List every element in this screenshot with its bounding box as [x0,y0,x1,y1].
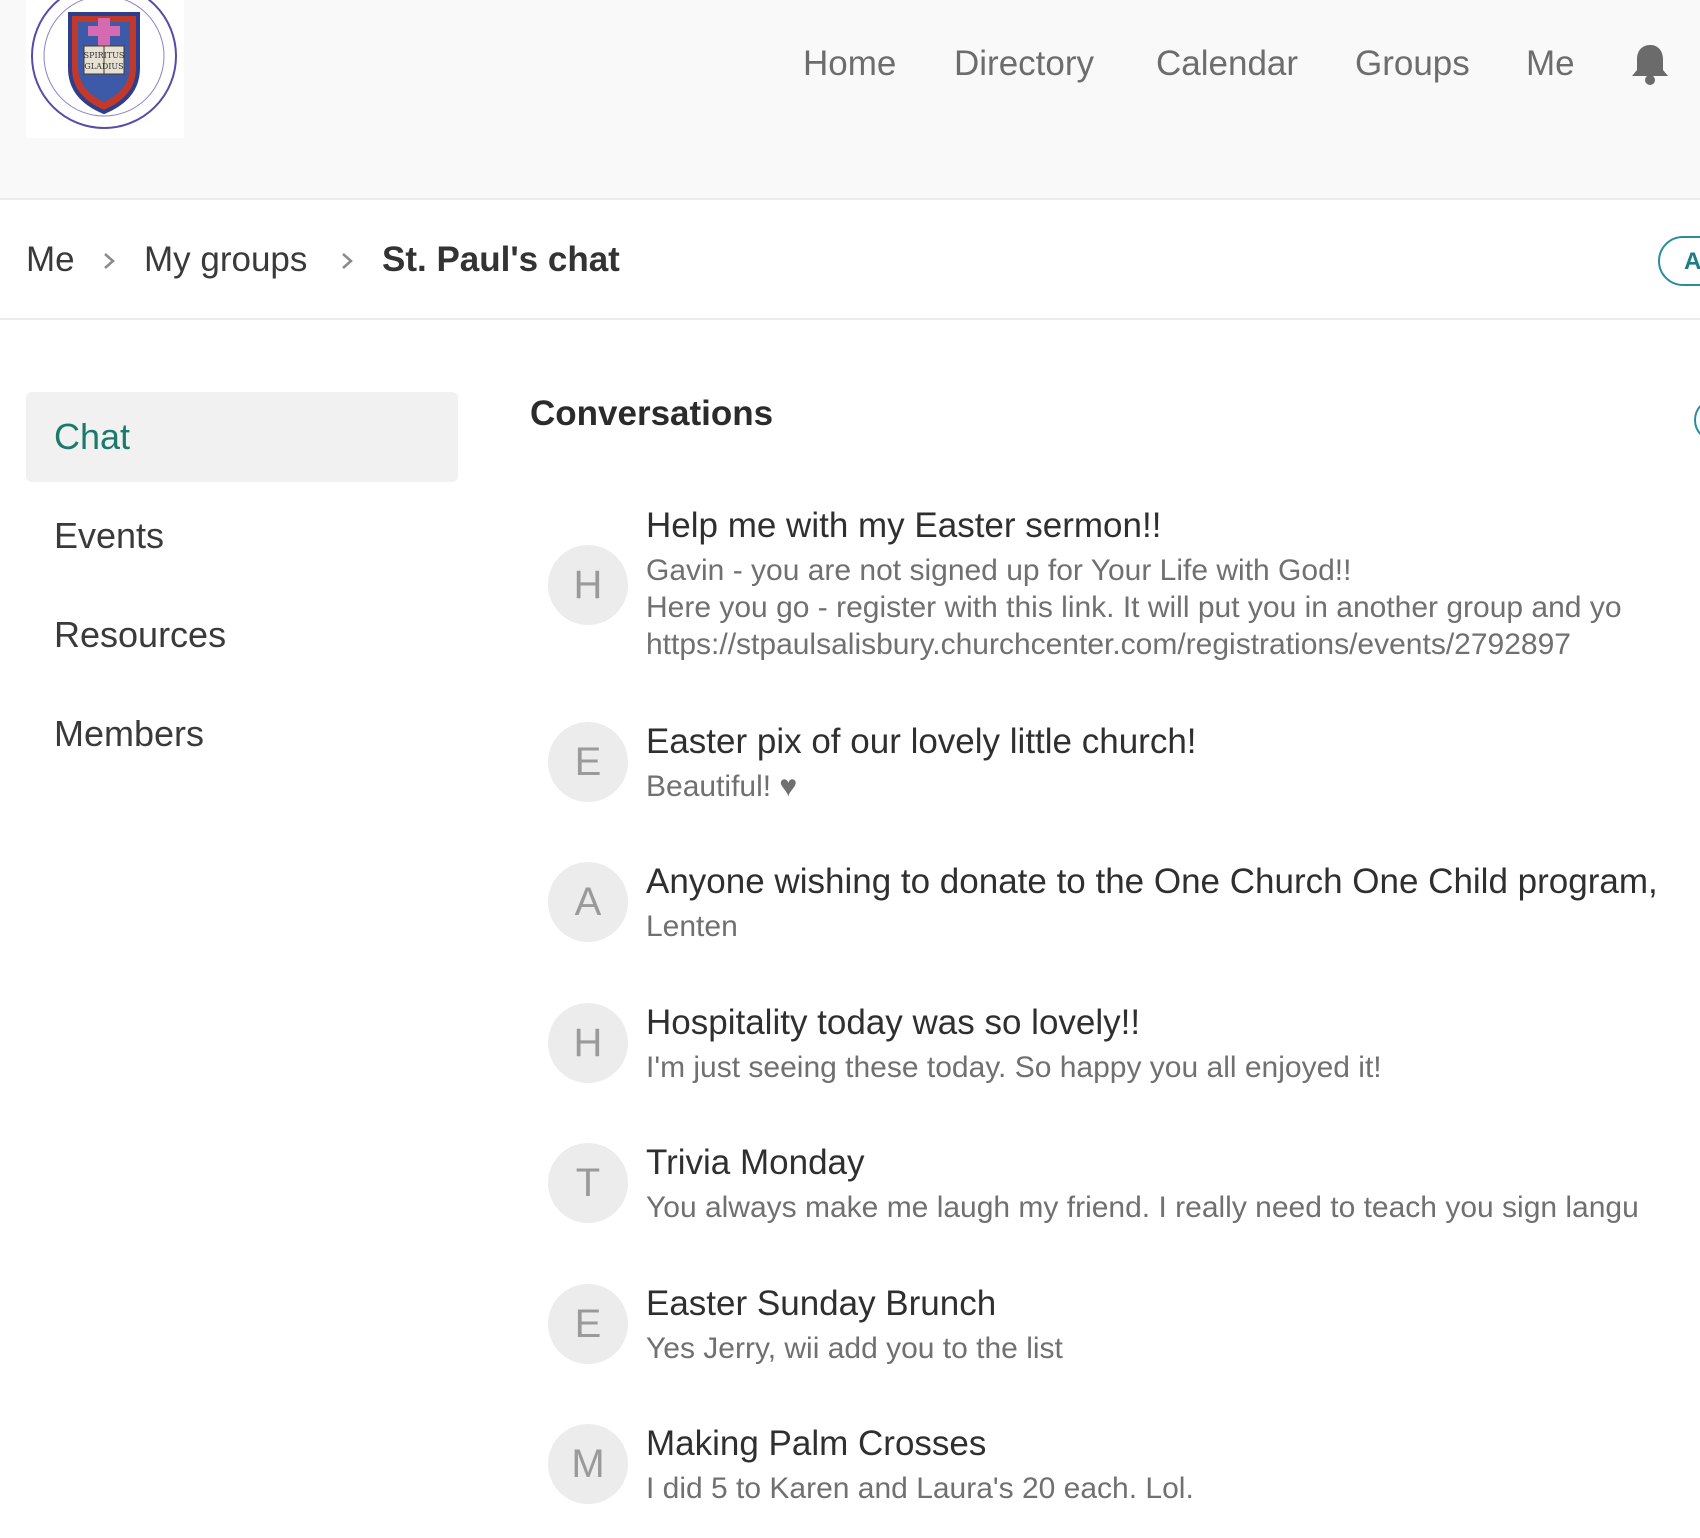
breadcrumb-me[interactable]: Me [26,240,75,280]
conversation-title: Trivia Monday [646,1143,865,1182]
chevron-right-icon [342,253,353,269]
avatar: A [548,862,628,942]
sidebar-item-members[interactable]: Members [26,689,458,779]
conversation-preview: You always make me laugh my friend. I re… [646,1191,1639,1224]
sidebar-item-label: Members [54,713,205,754]
avatar: M [548,1424,628,1504]
svg-text:SPIRITUS: SPIRITUS [84,51,125,60]
sidebar-item-chat[interactable]: Chat [26,392,458,482]
sidebar-item-label: Resources [54,614,227,655]
breadcrumb-my-groups[interactable]: My groups [144,240,307,280]
avatar: T [548,1143,628,1223]
avatar: H [548,1003,628,1083]
conversations-heading: Conversations [530,394,774,433]
nav-calendar[interactable]: Calendar [1156,44,1298,84]
bell-icon[interactable] [1628,42,1672,86]
avatar: E [548,722,628,802]
top-navbar: SPIRITUS GLADIUS Home Directory Calendar… [0,0,1700,200]
conversation-title: Easter pix of our lovely little church! [646,722,1197,761]
church-seal-icon: SPIRITUS GLADIUS [31,0,177,129]
conversation-title: Help me with my Easter sermon!! [646,506,1162,545]
nav-groups[interactable]: Groups [1355,44,1470,84]
new-conversation-button[interactable] [1694,398,1700,442]
conversation-title: Anyone wishing to donate to the One Chur… [646,862,1658,901]
avatar: H [548,545,628,625]
svg-text:GLADIUS: GLADIUS [84,62,123,71]
sidebar-item-label: Events [54,515,165,556]
conversation-preview: I did 5 to Karen and Laura's 20 each. Lo… [646,1472,1194,1505]
church-logo[interactable]: SPIRITUS GLADIUS [26,0,184,138]
group-action-button[interactable]: A [1658,236,1700,286]
conversation-preview: Beautiful! ♥ [646,770,798,803]
nav-me[interactable]: Me [1526,44,1575,84]
nav-directory[interactable]: Directory [954,44,1094,84]
conversation-preview: Lenten [646,910,738,943]
breadcrumb-current: St. Paul's chat [382,240,620,279]
avatar: E [548,1284,628,1364]
conversation-title: Hospitality today was so lovely!! [646,1003,1141,1042]
nav-home[interactable]: Home [803,44,896,84]
sidebar-item-label: Chat [54,416,131,457]
group-action-label: A [1684,248,1700,275]
conversation-preview: Here you go - register with this link. I… [646,591,1622,624]
conversation-title: Making Palm Crosses [646,1424,987,1463]
conversation-preview: Yes Jerry, wii add you to the list [646,1332,1063,1365]
sidebar-item-resources[interactable]: Resources [26,590,458,680]
conversation-preview: https://stpaulsalisbury.churchcenter.com… [646,628,1571,661]
conversation-title: Easter Sunday Brunch [646,1284,997,1323]
chevron-right-icon [104,253,115,269]
breadcrumb: Me My groups St. Paul's chat [0,200,1700,320]
conversation-preview: I'm just seeing these today. So happy yo… [646,1051,1382,1084]
conversation-preview: Gavin - you are not signed up for Your L… [646,554,1352,587]
sidebar-item-events[interactable]: Events [26,491,458,581]
